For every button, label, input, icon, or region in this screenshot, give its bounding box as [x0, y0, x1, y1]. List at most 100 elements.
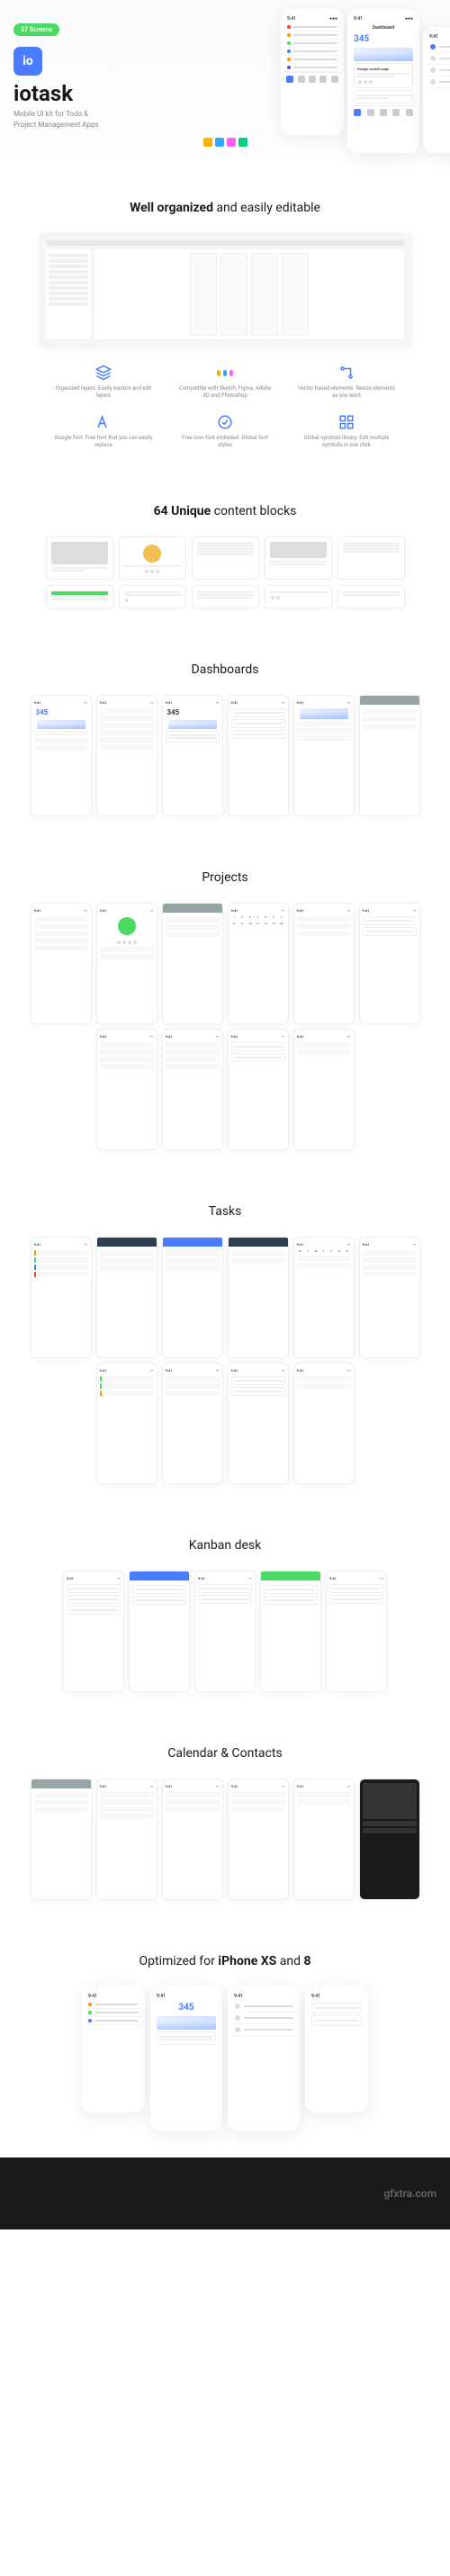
- screen: [162, 903, 223, 1024]
- block-card: [338, 585, 405, 608]
- block-card: [192, 536, 259, 580]
- tasks-section: Tasks 9:41⋯ 9:41⋯MTWTFSS 9:41⋯ 9:41⋯ 9:4…: [0, 1177, 450, 1511]
- font-icon: [95, 414, 112, 430]
- vector-icon: [338, 365, 355, 381]
- organized-section: Well organized and easily editable Organ…: [0, 174, 450, 477]
- iconfont-icon: [217, 414, 233, 430]
- section-title: Projects: [18, 870, 432, 885]
- feature-vector: Vector based elements. Resize elements a…: [297, 365, 396, 401]
- screen: 9:41⋯: [293, 1029, 355, 1150]
- screen: 9:41⋯1234567891011121314: [228, 903, 289, 1024]
- block-card: [192, 585, 259, 608]
- projects-section: Projects 9:41⋯ 9:41⋯ 9:41⋯12345678910111…: [0, 843, 450, 1177]
- screen: [31, 1779, 92, 1900]
- kanban-section: Kanban desk 9:41⋯ 9:41⋯ 9:41⋯: [0, 1511, 450, 1719]
- screen: 9:41⋯: [326, 1571, 387, 1692]
- screen: 9:41⋯: [194, 1571, 256, 1692]
- chart-area: [354, 48, 413, 61]
- phone-mockup-profile: 9:41●●●: [423, 27, 450, 153]
- screen: 9:41⋯: [31, 903, 92, 1024]
- section-title: 64 Unique content blocks: [18, 504, 432, 518]
- brand-logo: io: [14, 47, 42, 76]
- feature-layers: Organized layers. Easily explore and edi…: [54, 365, 153, 401]
- dashboard-title: Dashboard: [351, 23, 416, 32]
- screen: 9:41⋯: [228, 1779, 289, 1900]
- block-card: [46, 585, 113, 608]
- tagline: Mobile UI kit for Todo & Project Managem…: [14, 109, 112, 131]
- hero-phone-mockups: 9:41●●● 9:41●●● Dashboard 345 Design sea…: [281, 9, 450, 153]
- watermark: gfxtra.com: [383, 2187, 436, 2200]
- screen: [129, 1571, 190, 1692]
- screen: 9:41⋯: [293, 903, 355, 1024]
- screen: 9:41⋯: [162, 1029, 223, 1150]
- screen: 9:41⋯: [359, 903, 420, 1024]
- section-title: Dashboards: [18, 662, 432, 677]
- screen: 9:41⋯: [96, 1363, 158, 1484]
- screen: [228, 1237, 289, 1358]
- block-card: [119, 585, 186, 608]
- screen: 9:41⋯: [228, 695, 289, 816]
- screen: [96, 1237, 158, 1358]
- optimized-section: Optimized for iPhone XS and 8 9:41 9:413…: [0, 1927, 450, 2157]
- phone-mockup-dashboard: 9:41●●● Dashboard 345 Design search page: [347, 9, 419, 153]
- symbols-icon: [338, 414, 355, 430]
- feature-symbols: Global symbols library. Edit multiple sy…: [297, 414, 396, 450]
- screen: [162, 1237, 223, 1358]
- block-card: [265, 585, 332, 608]
- screens-badge: 37 Screens: [14, 23, 59, 36]
- screen: [359, 1779, 420, 1900]
- screen: [359, 695, 420, 816]
- block-card: [119, 536, 186, 580]
- dashboards-section: Dashboards 9:41⋯345 9:41⋯ 9:41⋯345 9:41⋯…: [0, 635, 450, 843]
- phone-mockup: 9:41: [305, 1986, 368, 2112]
- layers-panel: [46, 249, 91, 339]
- screen: 9:41⋯: [359, 1237, 420, 1358]
- photoshop-icon: [215, 138, 224, 147]
- screen: 9:41⋯: [293, 1779, 355, 1900]
- screen: 9:41⋯345: [31, 695, 92, 816]
- screen: 9:41⋯: [96, 1029, 158, 1150]
- task-card: Design search page: [354, 63, 413, 88]
- screen: 9:41⋯345: [162, 695, 223, 816]
- block-card: [265, 536, 332, 580]
- screen: 9:41⋯: [228, 1363, 289, 1484]
- xd-icon: [227, 138, 236, 147]
- phone-mockup: 9:41: [228, 1986, 300, 2130]
- sketch-icon: [203, 138, 212, 147]
- screen: 9:41⋯: [31, 1237, 92, 1358]
- layers-icon: [95, 365, 112, 381]
- footer: gfxtra.com: [0, 2157, 450, 2229]
- section-title: Calendar & Contacts: [18, 1746, 432, 1761]
- screen: 9:41⋯: [96, 903, 158, 1024]
- screen: 9:41⋯MTWTFSS: [293, 1237, 355, 1358]
- blocks-section: 64 Unique content blocks: [0, 477, 450, 635]
- task-screens: 9:41⋯ 9:41⋯MTWTFSS 9:41⋯ 9:41⋯ 9:41⋯ 9:4…: [18, 1237, 432, 1484]
- block-card: [46, 536, 113, 580]
- block-card: [338, 536, 405, 580]
- feature-compatible: Compatible with Sketch, Figma, Adobe XD …: [176, 365, 274, 401]
- screen: 9:41⋯: [162, 1779, 223, 1900]
- screen: 9:41⋯: [228, 1029, 289, 1150]
- section-title: Kanban desk: [18, 1538, 432, 1553]
- figma-icon: [238, 138, 248, 147]
- dashboard-screens: 9:41⋯345 9:41⋯ 9:41⋯345 9:41⋯ 9:41⋯: [18, 695, 432, 816]
- hero-section: 37 Screens io iotask Mobile UI kit for T…: [0, 0, 450, 174]
- project-screens: 9:41⋯ 9:41⋯ 9:41⋯1234567891011121314 9:4…: [18, 903, 432, 1150]
- screen: 9:41⋯: [63, 1571, 124, 1692]
- phone-mockup-tasks: 9:41●●●: [281, 9, 344, 135]
- section-title: Well organized and easily editable: [18, 201, 432, 215]
- phone-mockup: 9:41345: [150, 1986, 222, 2130]
- calendar-screens: 9:41⋯ 9:41⋯ 9:41⋯ 9:41⋯: [18, 1779, 432, 1900]
- editor-mockup: [39, 233, 411, 347]
- optimized-phones: 9:41 9:41345 9:41 9:41: [18, 1986, 432, 2130]
- calendar-section: Calendar & Contacts 9:41⋯ 9:41⋯ 9:41⋯ 9:…: [0, 1719, 450, 1927]
- screen: 9:41⋯: [96, 1779, 158, 1900]
- canvas: [94, 249, 404, 339]
- section-title: Optimized for iPhone XS and 8: [18, 1954, 432, 1968]
- feature-iconfont: Free icon font embeded. Global font styl…: [176, 414, 274, 450]
- section-title: Tasks: [18, 1204, 432, 1219]
- kanban-screens: 9:41⋯ 9:41⋯ 9:41⋯: [18, 1571, 432, 1692]
- stat-value: 345: [351, 32, 416, 46]
- phone-mockup: 9:41: [82, 1986, 145, 2112]
- screen: 9:41⋯: [293, 1363, 355, 1484]
